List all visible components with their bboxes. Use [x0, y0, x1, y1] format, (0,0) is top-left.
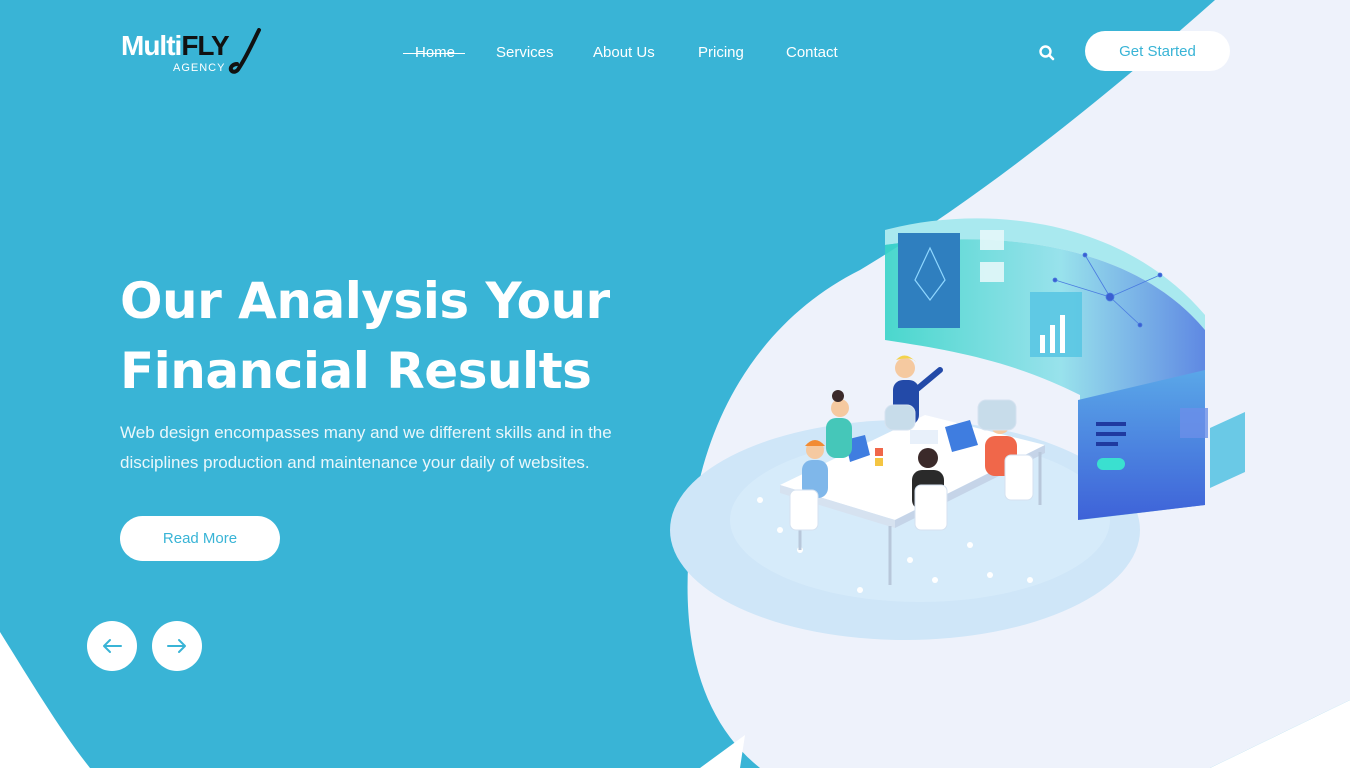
hero-description: Web design encompasses many and we diffe… [120, 423, 612, 472]
hero-title-line-2: Financial Results [120, 342, 592, 400]
read-more-button[interactable]: Read More [120, 516, 280, 561]
nav-item-home[interactable]: Home [403, 44, 466, 61]
search-icon[interactable] [1038, 44, 1056, 62]
nav-item-about-us[interactable]: About Us [593, 44, 655, 61]
logo-text: MultiFLY [121, 30, 230, 61]
hero-title-line-1: Our Analysis Your [120, 272, 610, 330]
arrow-left-icon [103, 639, 122, 653]
hero-illustration [670, 218, 1245, 640]
slider-prev-button[interactable] [87, 621, 137, 671]
nav-item-contact[interactable]: Contact [786, 44, 838, 61]
brand-logo[interactable]: MultiFLY AGENCY [121, 28, 266, 78]
get-started-button[interactable]: Get Started [1085, 31, 1230, 71]
logo-swoosh-icon [228, 28, 261, 74]
nav-item-services[interactable]: Services [496, 44, 554, 61]
slider-next-button[interactable] [152, 621, 202, 671]
nav-item-pricing[interactable]: Pricing [698, 44, 744, 61]
arrow-right-icon [167, 639, 186, 653]
hero-title: Our Analysis Your Financial Results [120, 266, 680, 406]
logo-subtitle: AGENCY [173, 62, 226, 74]
